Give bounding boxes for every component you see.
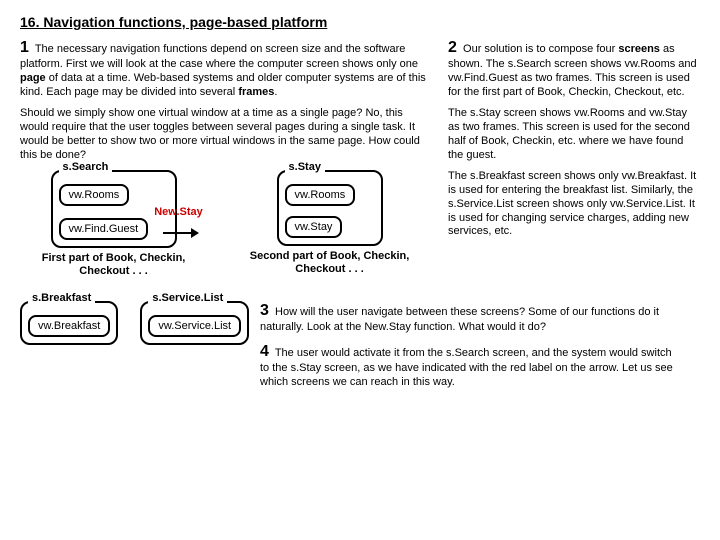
para-2: 2 Our solution is to compose four screen… <box>448 38 698 99</box>
arrow-icon <box>163 232 193 234</box>
frame-servicelist: vw.Service.List <box>148 315 241 337</box>
screen-stay: s.Stay vw.Rooms vw.Stay <box>277 170 383 246</box>
frame-breakfast: vw.Breakfast <box>28 315 110 337</box>
para-1b: Should we simply show one virtual window… <box>20 107 430 162</box>
screen-servicelist: s.Service.List vw.Service.List <box>140 301 249 345</box>
screens-diagram-top: s.Search vw.Rooms vw.Find.Guest New.Stay… <box>20 170 430 278</box>
para-3: 3 How will the user navigate between the… <box>260 301 680 335</box>
para-2b: The s.Stay screen shows vw.Rooms and vw.… <box>448 107 698 162</box>
arrow-label: New.Stay <box>154 206 203 218</box>
frame-findguest: vw.Find.Guest <box>59 218 149 240</box>
caption-right: Second part of Book, Checkin, Checkout .… <box>229 250 430 276</box>
frame-rooms: vw.Rooms <box>59 184 130 206</box>
para-2c: The s.Breakfast screen shows only vw.Bre… <box>448 170 698 239</box>
para-1: 1 The necessary navigation functions dep… <box>20 38 430 99</box>
para-4: 4 The user would activate it from the s.… <box>260 342 680 390</box>
frame-rooms-2: vw.Rooms <box>285 184 356 206</box>
screen-search: s.Search vw.Rooms vw.Find.Guest New.Stay <box>51 170 177 248</box>
screens-diagram-bottom: s.Breakfast vw.Breakfast s.Service.List … <box>20 301 242 345</box>
page-title: 16. Navigation functions, page-based pla… <box>20 14 700 30</box>
caption-left: First part of Book, Checkin, Checkout . … <box>20 252 207 278</box>
frame-stay: vw.Stay <box>285 216 343 238</box>
screen-breakfast: s.Breakfast vw.Breakfast <box>20 301 118 345</box>
